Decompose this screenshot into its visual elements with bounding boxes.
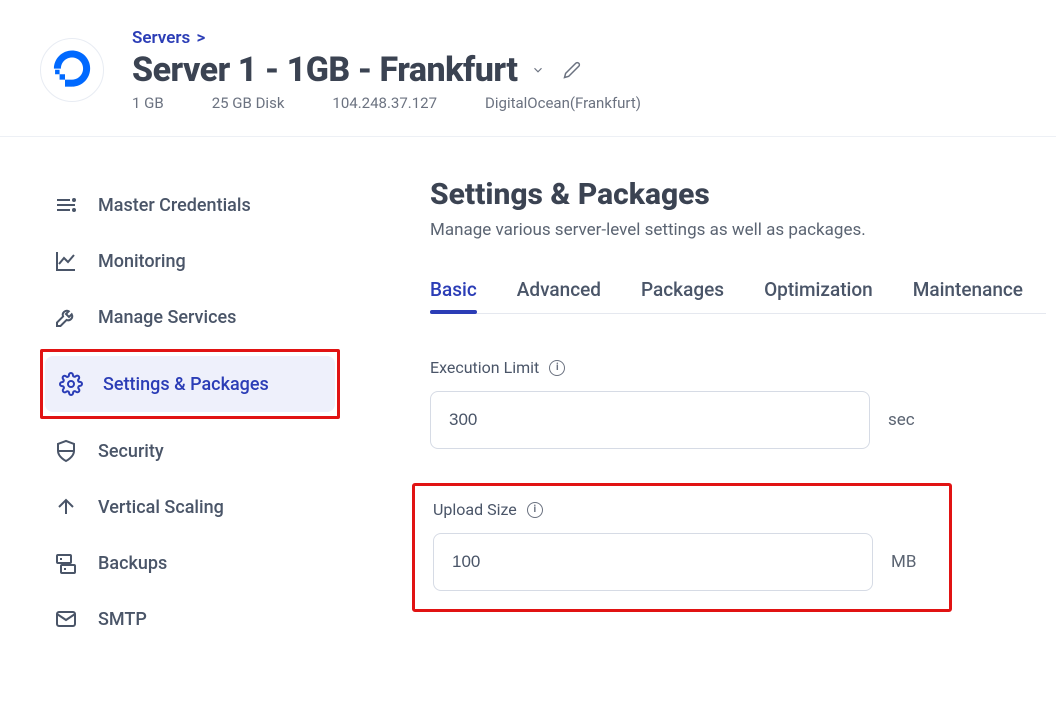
sidebar-item-label: Manage Services	[98, 307, 236, 328]
info-icon[interactable]: i	[549, 360, 565, 376]
gear-icon	[59, 372, 83, 396]
main-panel: Settings & Packages Manage various serve…	[360, 177, 1056, 647]
upload-size-group: Upload Size i MB	[433, 500, 931, 591]
breadcrumb-sep: >	[196, 28, 205, 48]
sidebar-item-monitoring[interactable]: Monitoring	[40, 233, 340, 289]
page-title: Settings & Packages	[430, 177, 1046, 212]
page-subtitle: Manage various server-level settings as …	[430, 220, 1046, 240]
tab-packages[interactable]: Packages	[641, 278, 724, 313]
execution-limit-label: Execution Limit	[430, 358, 539, 377]
server-ip: 104.248.37.127	[332, 94, 437, 112]
edit-server-button[interactable]	[559, 57, 585, 83]
pencil-icon	[563, 61, 581, 79]
upload-size-highlight: Upload Size i MB	[412, 483, 952, 612]
breadcrumb-label: Servers	[132, 28, 190, 48]
upload-size-label: Upload Size	[433, 500, 517, 519]
mail-icon	[54, 607, 78, 631]
sidebar-item-label: Security	[98, 441, 164, 462]
tab-maintenance[interactable]: Maintenance	[913, 278, 1023, 313]
execution-limit-input[interactable]	[430, 391, 870, 449]
sidebar-item-label: Master Credentials	[98, 195, 251, 216]
tab-advanced[interactable]: Advanced	[517, 278, 601, 313]
arrow-up-icon	[54, 495, 78, 519]
sidebar-item-label: Monitoring	[98, 251, 186, 272]
sidebar-item-security[interactable]: Security	[40, 423, 340, 479]
digitalocean-icon	[52, 50, 92, 90]
execution-limit-unit: sec	[888, 410, 915, 430]
sidebar-item-label: Settings & Packages	[103, 374, 269, 395]
sidebar-item-smtp[interactable]: SMTP	[40, 591, 340, 647]
sidebar-item-label: Vertical Scaling	[98, 497, 224, 518]
sidebar-item-label: Backups	[98, 553, 167, 574]
server-icon	[54, 551, 78, 575]
list-icon	[54, 193, 78, 217]
server-title: Server 1 - 1GB - Frankfurt	[132, 50, 517, 90]
tab-basic[interactable]: Basic	[430, 278, 477, 313]
server-dropdown-button[interactable]	[527, 59, 549, 81]
upload-size-input[interactable]	[433, 533, 873, 591]
wrench-icon	[54, 305, 78, 329]
tabs: Basic Advanced Packages Optimization Mai…	[430, 278, 1046, 314]
server-ram: 1 GB	[132, 94, 164, 112]
sidebar-item-master-credentials[interactable]: Master Credentials	[40, 177, 340, 233]
sidebar-item-backups[interactable]: Backups	[40, 535, 340, 591]
sidebar-item-settings-packages[interactable]: Settings & Packages	[45, 356, 335, 412]
provider-logo	[40, 38, 104, 102]
tab-optimization[interactable]: Optimization	[764, 278, 873, 313]
server-disk: 25 GB Disk	[212, 94, 285, 112]
info-icon[interactable]: i	[527, 502, 543, 518]
sidebar-highlight: Settings & Packages	[40, 349, 340, 419]
sidebar-item-vertical-scaling[interactable]: Vertical Scaling	[40, 479, 340, 535]
server-meta: 1 GB 25 GB Disk 104.248.37.127 DigitalOc…	[132, 94, 1016, 112]
sidebar: Master Credentials Monitoring Manage Ser…	[0, 177, 360, 647]
sidebar-item-manage-services[interactable]: Manage Services	[40, 289, 340, 345]
execution-limit-group: Execution Limit i sec	[430, 358, 1046, 449]
chart-icon	[54, 249, 78, 273]
upload-size-unit: MB	[891, 552, 916, 572]
breadcrumb[interactable]: Servers >	[132, 28, 1016, 48]
server-header: Servers > Server 1 - 1GB - Frankfurt 1 G…	[0, 0, 1056, 137]
sidebar-item-label: SMTP	[98, 609, 147, 630]
shield-icon	[54, 439, 78, 463]
chevron-down-icon	[531, 63, 545, 77]
server-provider: DigitalOcean(Frankfurt)	[485, 94, 641, 112]
